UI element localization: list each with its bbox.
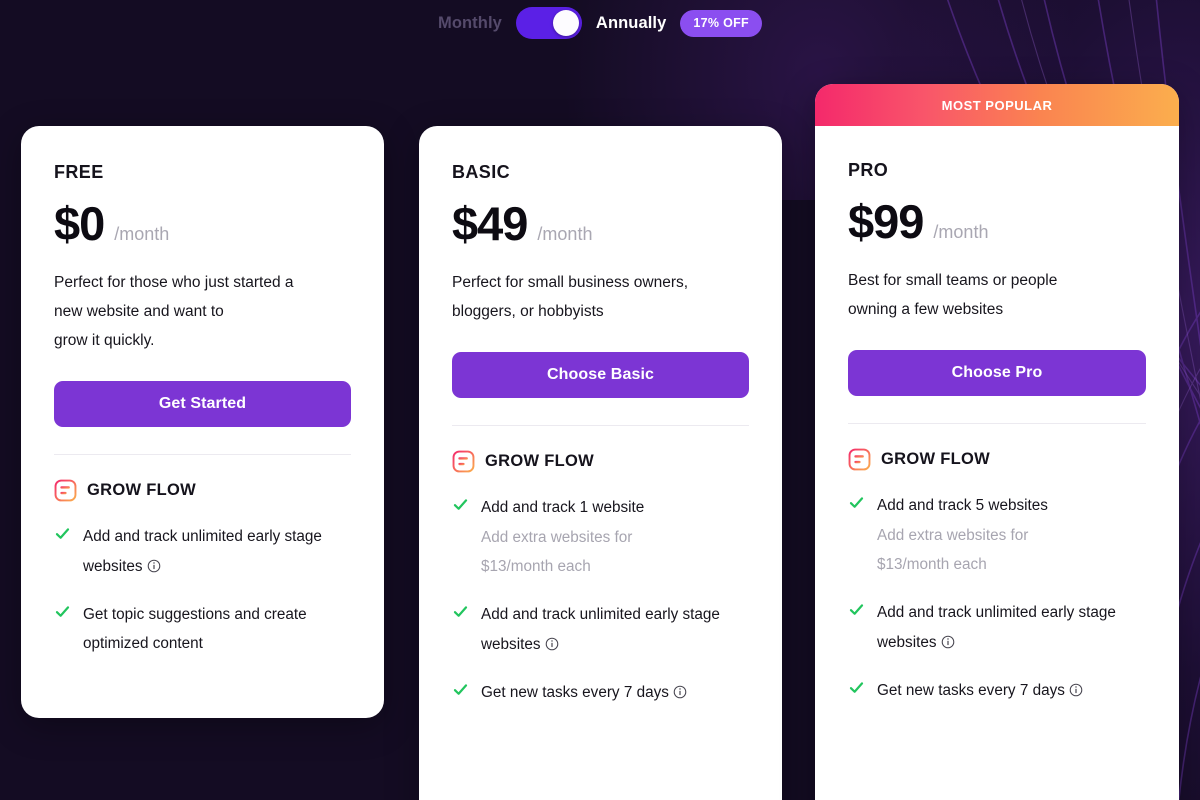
checkmark-icon <box>849 682 864 693</box>
feature-label: Add and track unlimited early stage webs… <box>877 604 1116 651</box>
checkmark-icon <box>55 528 70 540</box>
card-body-pro: PRO $99 /month Best for small teams or p… <box>815 126 1179 800</box>
feature-label: Add and track 5 websites <box>877 497 1048 515</box>
grow-flow-logo-icon <box>54 479 77 502</box>
feature-group-title-pro: GROW FLOW <box>881 450 991 469</box>
info-icon[interactable] <box>941 635 955 649</box>
feature-label: Get new tasks every 7 days <box>481 684 669 702</box>
info-icon[interactable] <box>545 637 559 651</box>
feature-group-header-pro: GROW FLOW <box>848 448 1146 471</box>
feature-label: Get topic suggestions and create optimiz… <box>83 606 307 653</box>
checkmark-icon <box>849 604 864 616</box>
feature-label: Add and track unlimited early stage webs… <box>83 528 322 575</box>
plan-description-pro: Best for small teams or people owning a … <box>848 272 1058 319</box>
feature-item: Add and track 1 website Add extra website… <box>452 493 749 581</box>
billing-period-toggle-bar: Monthly Annually 17% OFF <box>0 0 1200 46</box>
cta-button-basic[interactable]: Choose Basic <box>452 352 749 399</box>
price-row-free: $0 /month <box>54 200 351 247</box>
plan-period-free: /month <box>114 224 170 244</box>
plan-price-free: $0 <box>54 197 105 250</box>
feature-item: Get new tasks every 7 days <box>452 678 749 707</box>
price-row-pro: $99 /month <box>848 198 1146 245</box>
cta-button-pro[interactable]: Choose Pro <box>848 350 1146 397</box>
card-divider-pro <box>848 423 1146 425</box>
price-row-basic: $49 /month <box>452 200 749 247</box>
card-divider-basic <box>452 425 749 427</box>
feature-item: Add and track unlimited early stage webs… <box>452 600 749 659</box>
plan-price-pro: $99 <box>848 195 924 248</box>
checkmark-icon <box>55 606 70 617</box>
feature-item: Add and track unlimited early stage webs… <box>54 522 351 581</box>
checkmark-icon <box>453 606 468 618</box>
plan-description-basic: Perfect for small business owners, blogg… <box>452 274 689 321</box>
feature-sublabel: Add extra websites for $13/month each <box>481 528 633 575</box>
feature-sublabel: Add extra websites for $13/month each <box>877 526 1029 573</box>
plan-name-pro: PRO <box>848 160 889 180</box>
info-icon[interactable] <box>1069 683 1083 697</box>
checkmark-icon <box>849 497 864 509</box>
info-icon[interactable] <box>673 685 687 699</box>
feature-item: Add and track unlimited early stage webs… <box>848 598 1146 657</box>
plan-period-basic: /month <box>537 224 593 244</box>
grow-flow-logo-icon <box>452 450 475 473</box>
plan-name-free: FREE <box>54 162 104 182</box>
plan-name-basic: BASIC <box>452 162 511 182</box>
billing-monthly-label[interactable]: Monthly <box>438 14 502 33</box>
checkmark-icon <box>453 499 468 511</box>
feature-group-title-free: GROW FLOW <box>87 481 197 500</box>
cta-button-free[interactable]: Get Started <box>54 381 351 428</box>
feature-group-header-free: GROW FLOW <box>54 479 351 502</box>
feature-item: Get new tasks every 7 days <box>848 676 1146 705</box>
billing-toggle-switch[interactable] <box>515 7 582 39</box>
feature-label: Add and track 1 website <box>481 499 645 517</box>
plan-description-free: Perfect for those who just started a new… <box>54 274 294 350</box>
annual-discount-badge: 17% OFF <box>680 9 762 37</box>
pricing-card-pro[interactable]: MOST POPULAR PRO $99 /month Best for sma… <box>815 84 1179 800</box>
feature-item: Add and track 5 websites Add extra websit… <box>848 491 1146 579</box>
plan-period-pro: /month <box>933 222 989 242</box>
toggle-knob <box>552 10 579 36</box>
checkmark-icon <box>453 684 468 695</box>
card-body-free: FREE $0 /month Perfect for those who jus… <box>21 126 384 718</box>
pricing-cards-container: FREE $0 /month Perfect for those who jus… <box>0 0 1200 800</box>
card-divider-free <box>54 454 351 456</box>
pricing-card-free[interactable]: FREE $0 /month Perfect for those who jus… <box>21 126 384 718</box>
feature-group-title-basic: GROW FLOW <box>485 452 595 471</box>
feature-label: Add and track unlimited early stage webs… <box>481 606 720 653</box>
grow-flow-logo-icon <box>848 448 871 471</box>
feature-item: Get topic suggestions and create optimiz… <box>54 600 351 659</box>
most-popular-badge: MOST POPULAR <box>815 84 1179 126</box>
pricing-card-basic[interactable]: BASIC $49 /month Perfect for small busin… <box>419 126 782 800</box>
feature-group-header-basic: GROW FLOW <box>452 450 749 473</box>
card-body-basic: BASIC $49 /month Perfect for small busin… <box>419 126 782 800</box>
billing-annually-label[interactable]: Annually <box>596 14 666 33</box>
feature-label: Get new tasks every 7 days <box>877 682 1065 700</box>
info-icon[interactable] <box>147 559 161 573</box>
plan-price-basic: $49 <box>452 197 528 250</box>
